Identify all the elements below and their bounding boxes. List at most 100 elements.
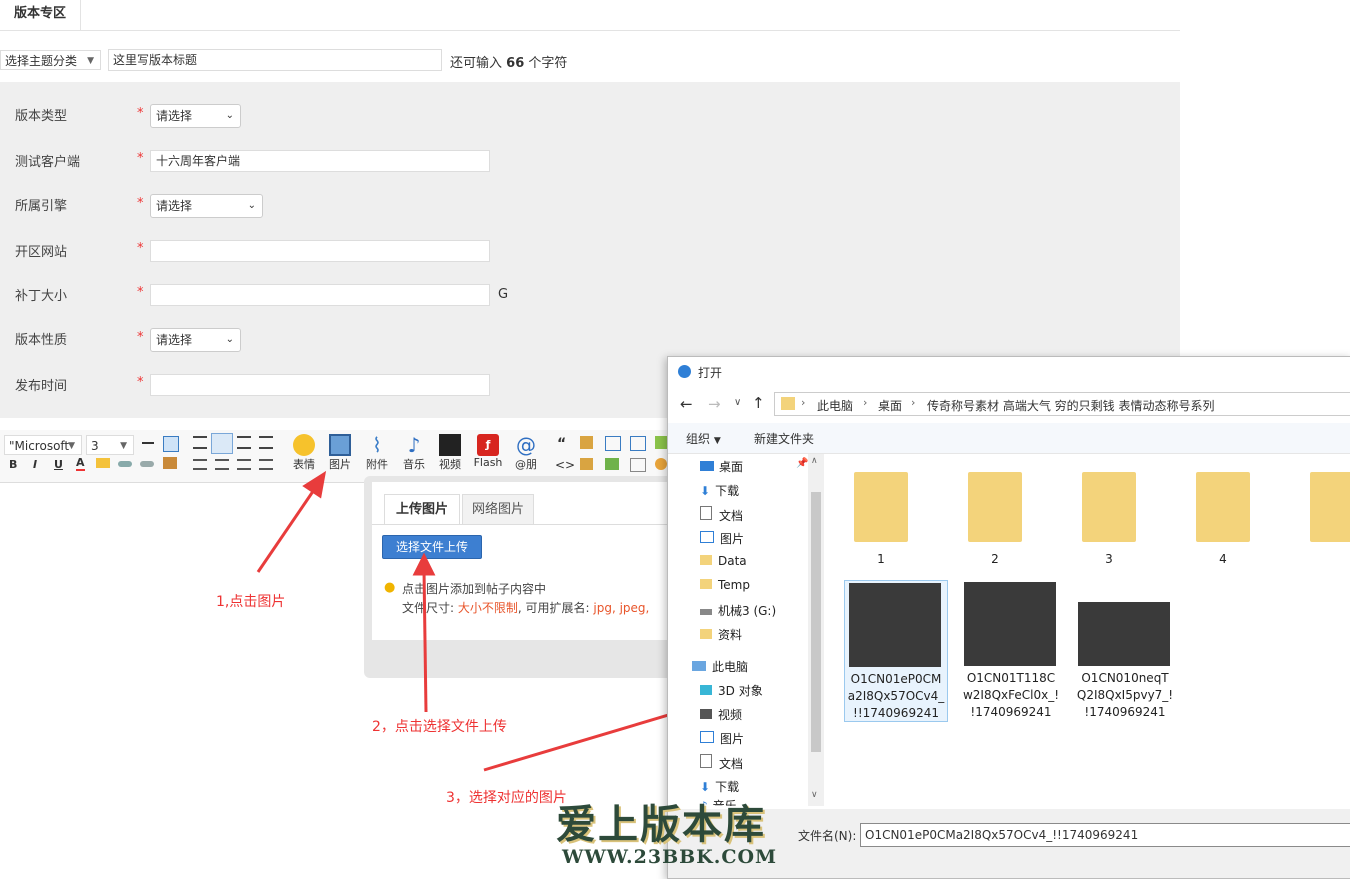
new-folder-button[interactable]: 新建文件夹 bbox=[754, 430, 814, 447]
organize-menu[interactable]: 组织 ▼ bbox=[686, 430, 721, 447]
nav-item-documents-2[interactable]: 文档 bbox=[700, 754, 743, 772]
file-thumbnail bbox=[1078, 602, 1170, 666]
pictures-icon bbox=[700, 531, 714, 543]
nav-item-materials[interactable]: 资料 bbox=[700, 626, 742, 643]
folder-caption: 5 bbox=[1310, 552, 1350, 566]
pin-icon[interactable]: 📌 bbox=[796, 458, 808, 469]
file-name-line: !!1740969241 bbox=[853, 706, 939, 720]
file-name-line: a2I8Qx57OCv4_ bbox=[847, 689, 945, 703]
breadcrumb-folder[interactable]: 传奇称号素材 高端大气 穷的只剩钱 表情动态称号系列 bbox=[927, 397, 1214, 414]
nav-item-label: 图片 bbox=[720, 532, 745, 546]
folder-item-5[interactable]: 5 bbox=[1310, 472, 1350, 566]
file-name-line: !1740969241 bbox=[1084, 705, 1166, 719]
nav-item-label: 下载 bbox=[715, 484, 740, 498]
computer-icon bbox=[692, 661, 706, 671]
file-thumbnail bbox=[849, 583, 941, 667]
nav-item-this-pc[interactable]: 此电脑 bbox=[692, 658, 748, 675]
scroll-up-icon[interactable]: ∧ bbox=[811, 456, 818, 466]
folder-icon bbox=[1196, 472, 1250, 542]
annotation-step2: 2，点击选择文件上传 bbox=[372, 719, 507, 735]
nav-scrollbar[interactable]: ∧ ∨ bbox=[808, 454, 824, 806]
folder-item-3[interactable]: 3 bbox=[1082, 472, 1136, 566]
nav-item-label: 文档 bbox=[719, 509, 744, 523]
file-thumbnail bbox=[964, 582, 1056, 666]
document-icon bbox=[700, 754, 712, 768]
folder-icon bbox=[1082, 472, 1136, 542]
breadcrumb-desktop[interactable]: 桌面 bbox=[878, 397, 902, 414]
folder-icon bbox=[781, 397, 795, 410]
breadcrumb-this-pc[interactable]: 此电脑 bbox=[817, 397, 853, 414]
folder-icon bbox=[700, 579, 712, 589]
file-list: 1 2 3 4 5 O1CN01eP0CM a2I8Qx57OCv4_ !!1740… bbox=[830, 454, 1350, 806]
address-bar[interactable]: › 此电脑 › 桌面 › 传奇称号素材 高端大气 穷的只剩钱 表情动态称号系列 bbox=[774, 392, 1350, 416]
arrow-step1-head bbox=[302, 470, 327, 499]
file-open-dialog: 打开 ← → ∨ ↑ › 此电脑 › 桌面 › 传奇称号素材 高端大气 穷的只剩… bbox=[667, 356, 1350, 879]
nav-item-label: Temp bbox=[718, 578, 750, 592]
cube-icon bbox=[700, 685, 712, 695]
nav-item-pictures[interactable]: 图片 bbox=[700, 530, 744, 547]
nav-item-videos[interactable]: 视频 bbox=[700, 706, 742, 723]
file-item-selected[interactable]: O1CN01eP0CM a2I8Qx57OCv4_ !!1740969241 bbox=[844, 580, 948, 722]
nav-pane: 桌面 ⬇ 下载 文档 图片 Data Temp 机械3 (G:) 资料 此电脑 3… bbox=[668, 454, 824, 806]
folder-caption: 1 bbox=[877, 552, 885, 566]
up-arrow-icon[interactable]: ↑ bbox=[752, 394, 765, 412]
nav-item-3d-objects[interactable]: 3D 对象 bbox=[700, 682, 763, 699]
nav-item-label: 资料 bbox=[718, 628, 743, 642]
drive-icon bbox=[700, 609, 712, 615]
folder-icon bbox=[1310, 472, 1350, 542]
chevron-down-icon: ▼ bbox=[713, 436, 721, 446]
file-name-line: O1CN01T118C bbox=[966, 671, 1056, 685]
folder-icon bbox=[700, 629, 712, 639]
nav-item-data[interactable]: Data bbox=[700, 554, 747, 568]
folder-item-1[interactable]: 1 bbox=[854, 472, 908, 566]
scroll-down-icon[interactable]: ∨ bbox=[811, 790, 818, 800]
forward-arrow-icon[interactable]: → bbox=[708, 395, 721, 413]
folder-item-4[interactable]: 4 bbox=[1196, 472, 1250, 566]
nav-item-drive-g[interactable]: 机械3 (G:) bbox=[700, 602, 776, 619]
nav-item-desktop[interactable]: 桌面 bbox=[700, 458, 743, 475]
desktop-icon bbox=[700, 461, 714, 471]
nav-item-temp[interactable]: Temp bbox=[700, 578, 750, 592]
nav-scroll-thumb[interactable] bbox=[811, 492, 821, 752]
nav-item-documents[interactable]: 文档 bbox=[700, 506, 743, 524]
arrow-step2-head bbox=[412, 552, 436, 576]
arrow-step2 bbox=[422, 569, 428, 713]
nav-item-label: 机械3 (G:) bbox=[718, 604, 777, 618]
video-icon bbox=[700, 709, 712, 719]
file-item[interactable]: O1CN010neqT Q2I8QxI5pvy7_! !1740969241 bbox=[1074, 580, 1176, 720]
file-item[interactable]: O1CN01T118C w2I8QxFeCl0x_! !1740969241 bbox=[960, 580, 1062, 720]
file-name-line: w2I8QxFeCl0x_! bbox=[962, 688, 1060, 702]
file-name-line: O1CN01eP0CM bbox=[850, 672, 942, 686]
back-arrow-icon[interactable]: ← bbox=[680, 395, 693, 413]
folder-icon bbox=[854, 472, 908, 542]
nav-item-label: 3D 对象 bbox=[718, 684, 763, 698]
watermark-logo: 爱上版本库 bbox=[556, 801, 766, 848]
nav-item-label: 图片 bbox=[720, 732, 745, 746]
dialog-title: 打开 bbox=[698, 366, 723, 380]
filename-input[interactable]: O1CN01eP0CMa2I8Qx57OCv4_!!1740969241 bbox=[860, 823, 1350, 847]
file-name: O1CN01T118C w2I8QxFeCl0x_! !1740969241 bbox=[960, 670, 1062, 721]
folder-icon bbox=[700, 555, 712, 565]
folder-caption: 2 bbox=[991, 552, 999, 566]
download-icon: ⬇ bbox=[700, 484, 711, 498]
file-name: O1CN01eP0CM a2I8Qx57OCv4_ !!1740969241 bbox=[845, 671, 947, 722]
recent-chevron-icon[interactable]: ∨ bbox=[734, 397, 741, 408]
annotation-step1: 1,点击图片 bbox=[216, 594, 286, 610]
chevron-right-icon: › bbox=[911, 396, 916, 409]
folder-item-2[interactable]: 2 bbox=[968, 472, 1022, 566]
nav-item-label: Data bbox=[718, 554, 747, 568]
file-name-line: O1CN010neqT bbox=[1081, 671, 1169, 685]
nav-item-pictures-2[interactable]: 图片 bbox=[700, 730, 744, 747]
organize-label: 组织 bbox=[686, 432, 711, 446]
folder-caption: 3 bbox=[1105, 552, 1113, 566]
nav-item-downloads[interactable]: ⬇ 下载 bbox=[700, 482, 739, 499]
nav-item-label: 此电脑 bbox=[712, 660, 749, 674]
watermark-url: WWW.23BBK.COM bbox=[562, 846, 778, 868]
pictures-icon bbox=[700, 731, 714, 743]
chevron-right-icon: › bbox=[801, 396, 806, 409]
nav-item-label: 桌面 bbox=[719, 460, 744, 474]
nav-item-label: 文档 bbox=[719, 757, 744, 771]
nav-item-label: 视频 bbox=[718, 708, 743, 722]
chevron-right-icon: › bbox=[863, 396, 868, 409]
file-name: O1CN010neqT Q2I8QxI5pvy7_! !1740969241 bbox=[1074, 670, 1176, 721]
